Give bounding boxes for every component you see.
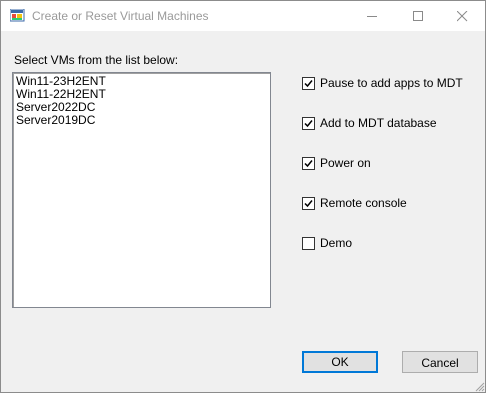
ok-button[interactable]: OK [302, 351, 378, 373]
title-bar[interactable]: Create or Reset Virtual Machines [1, 1, 485, 31]
maximize-icon [413, 11, 423, 21]
resize-grip-icon[interactable] [473, 380, 485, 392]
checkmark-icon [304, 80, 313, 88]
maximize-button[interactable] [395, 1, 441, 31]
vm-list-label: Select VMs from the list below: [14, 53, 179, 67]
demo-label: Demo [320, 236, 353, 250]
minimize-icon [367, 16, 377, 17]
add-mdt-database-label: Add to MDT database [320, 116, 437, 130]
pause-apps-label: Pause to add apps to MDT [320, 76, 463, 90]
dialog-window: Create or Reset Virtual Machines Select … [0, 0, 486, 393]
checkmark-icon [304, 120, 313, 128]
remote-console-label: Remote console [320, 196, 407, 210]
demo-checkbox[interactable] [302, 237, 315, 250]
power-on-checkbox[interactable] [302, 157, 315, 170]
close-button[interactable] [439, 1, 485, 31]
vm-listbox[interactable]: Win11-23H2ENT Win11-22H2ENT Server2022DC… [12, 72, 271, 308]
add-mdt-database-checkbox[interactable] [302, 117, 315, 130]
window-title: Create or Reset Virtual Machines [32, 9, 209, 23]
checkmark-icon [304, 200, 313, 208]
remote-console-checkbox[interactable] [302, 197, 315, 210]
cancel-button[interactable]: Cancel [402, 351, 478, 373]
app-icon [9, 8, 25, 23]
power-on-label: Power on [320, 156, 371, 170]
checkmark-icon [304, 160, 313, 168]
pause-apps-checkbox[interactable] [302, 77, 315, 90]
close-icon [457, 11, 468, 22]
list-item[interactable]: Server2019DC [16, 114, 95, 127]
minimize-button[interactable] [349, 1, 395, 31]
